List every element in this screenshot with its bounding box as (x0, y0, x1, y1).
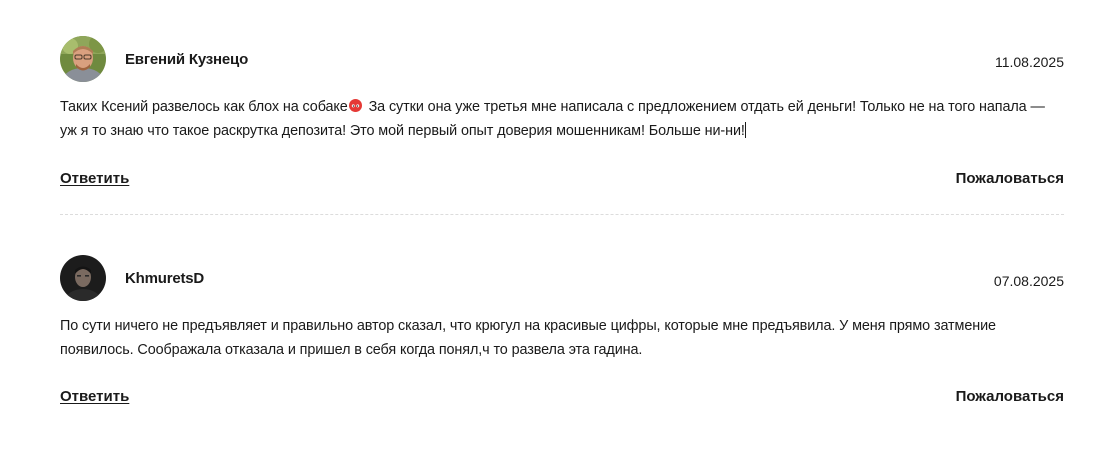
comment-date: 07.08.2025 (993, 273, 1064, 289)
reply-button[interactable]: Ответить (60, 388, 129, 405)
comment-actions: Ответить Пожаловаться (60, 388, 1064, 410)
avatar (60, 255, 106, 301)
comment-text: По сути ничего не предъявляет и правильн… (60, 318, 996, 358)
comment-item: Евгений Кузнецо 11.08.2025 Таких Ксений … (60, 36, 1064, 192)
author-name: Евгений Кузнецо (125, 51, 249, 68)
text-cursor (744, 122, 746, 138)
avatar (60, 36, 106, 82)
user-avatar-icon (60, 36, 106, 82)
comment-item: KhmuretsD 07.08.2025 По сути ничего не п… (60, 255, 1064, 410)
comment-actions: Ответить Пожаловаться (60, 170, 1064, 192)
reply-button[interactable]: Ответить (60, 170, 129, 187)
angry-face-emoji-icon (348, 99, 362, 112)
user-avatar-icon (60, 255, 106, 301)
comment-divider (60, 214, 1064, 215)
comment-header: KhmuretsD 07.08.2025 (60, 255, 1064, 305)
comment-header: Евгений Кузнецо 11.08.2025 (60, 36, 1064, 86)
comment-text-part: Таких Ксений развелось как блох на собак… (60, 99, 348, 115)
comment-date: 11.08.2025 (994, 54, 1064, 70)
report-button[interactable]: Пожаловаться (956, 170, 1064, 187)
report-button[interactable]: Пожаловаться (956, 388, 1064, 405)
comment-text: Таких Ксений развелось как блох на собак… (60, 95, 1064, 143)
author-name: KhmuretsD (125, 270, 205, 287)
